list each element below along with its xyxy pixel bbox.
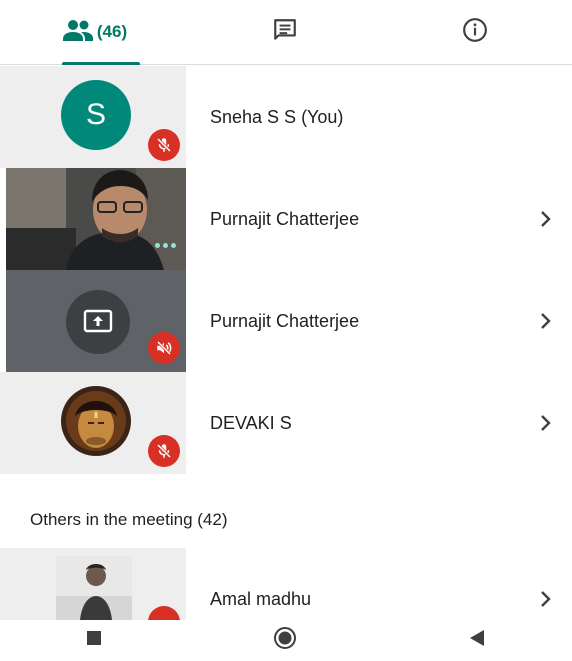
- participant-row[interactable]: Purnajit Chatterjee: [0, 168, 572, 270]
- avatar: [61, 386, 131, 456]
- participant-tile: [0, 548, 186, 620]
- participant-row[interactable]: Purnajit Chatterjee: [0, 270, 572, 372]
- participant-count: (46): [96, 22, 128, 41]
- participant-row[interactable]: S Sneha S S (You): [0, 66, 572, 168]
- others-section-header: Others in the meeting (42): [30, 510, 228, 529]
- system-nav-bar: [0, 620, 572, 661]
- speaking-indicator: [155, 243, 176, 248]
- chevron-right-icon[interactable]: [530, 583, 562, 615]
- chevron-right-icon[interactable]: [530, 305, 562, 337]
- participants-tabs: (46): [0, 0, 572, 65]
- present-screen-icon: [66, 290, 130, 354]
- tab-info[interactable]: [380, 0, 570, 64]
- tab-people[interactable]: (46): [0, 0, 190, 65]
- video-feed: [6, 168, 186, 270]
- participant-name: DEVAKI S: [210, 412, 292, 433]
- participant-row[interactable]: DEVAKI S: [0, 372, 572, 474]
- people-icon: [62, 19, 93, 46]
- tab-chat[interactable]: [190, 0, 380, 64]
- participant-name: Purnajit Chatterjee: [210, 208, 360, 229]
- participant-tile: [0, 168, 186, 270]
- participant-row[interactable]: Amal madhu: [0, 548, 572, 620]
- avatar: [56, 556, 132, 620]
- mic-off-icon: [148, 606, 180, 620]
- participant-tile: [0, 372, 186, 474]
- mic-off-icon: [148, 435, 180, 467]
- recents-icon[interactable]: [86, 630, 102, 651]
- volume-off-icon: [148, 332, 180, 364]
- info-icon: [462, 17, 488, 48]
- chevron-right-icon[interactable]: [530, 407, 562, 439]
- back-icon[interactable]: [468, 629, 486, 652]
- chevron-right-icon[interactable]: [530, 203, 562, 235]
- participant-tile: S: [0, 66, 186, 168]
- home-icon[interactable]: [273, 626, 297, 655]
- participant-name: Sneha S S (You): [210, 106, 344, 127]
- participant-name: Amal madhu: [210, 588, 312, 609]
- mic-off-icon: [148, 129, 180, 161]
- avatar: S: [61, 80, 131, 150]
- participant-tile: [0, 270, 186, 372]
- chat-icon: [272, 17, 298, 48]
- participant-name: Purnajit Chatterjee: [210, 310, 360, 331]
